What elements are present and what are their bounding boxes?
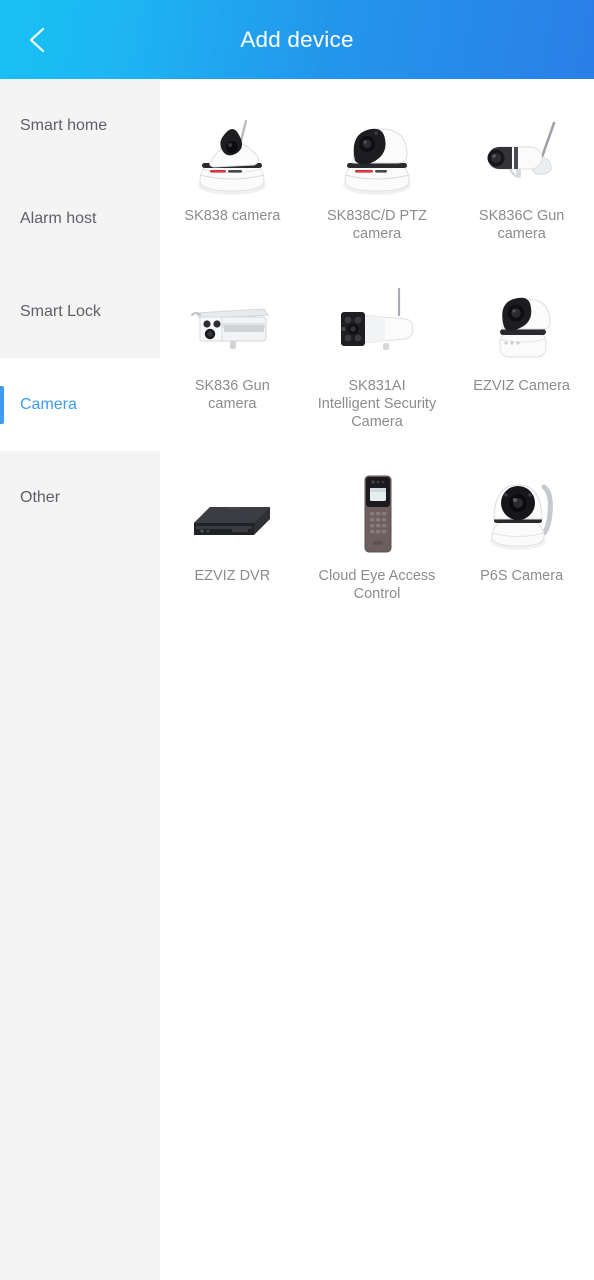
sidebar-item-other[interactable]: Other (0, 451, 160, 544)
sidebar-item-label: Smart Lock (20, 302, 101, 320)
active-indicator-bar (0, 385, 4, 424)
device-card[interactable]: Cloud Eye Access Control (305, 441, 450, 613)
sidebar-item-label: Alarm host (20, 209, 97, 227)
app-header: Add device (0, 0, 594, 79)
sidebar-item-camera[interactable]: Camera (0, 358, 160, 451)
sidebar-item-smart-lock[interactable]: Smart Lock (0, 265, 160, 358)
device-label: SK838C/D PTZ camera (327, 208, 427, 242)
device-label: EZVIZ DVR (194, 568, 271, 584)
device-card[interactable]: EZVIZ Camera (449, 253, 594, 441)
device-label: P6S Camera (480, 568, 564, 584)
bullet-camera-antenna-icon (466, 111, 578, 197)
device-card[interactable]: SK831AI Intelligent Security Camera (305, 253, 450, 441)
device-card[interactable]: SK836 Gun camera (160, 253, 305, 441)
device-label: EZVIZ Camera (473, 378, 570, 394)
device-card[interactable]: SK836C Gun camera (449, 97, 594, 253)
sidebar-item-label: Camera (20, 395, 77, 413)
ptz-dome-camera-icon (176, 111, 288, 197)
sidebar-item-label: Smart home (20, 116, 108, 134)
device-label: SK831AI Intelligent Security Camera (317, 378, 437, 430)
sidebar-item-label: Other (20, 488, 61, 506)
device-card[interactable]: SK838C/D PTZ camera (305, 97, 450, 253)
ir-bullet-camera-icon (321, 281, 433, 367)
chevron-left-icon (24, 25, 50, 55)
back-button[interactable] (12, 15, 62, 65)
device-label: SK838 camera (184, 208, 281, 224)
ezviz-dome-camera-icon (466, 281, 578, 367)
device-label: Cloud Eye Access Control (318, 568, 436, 602)
category-sidebar: Smart home Alarm host Smart Lock Camera … (0, 79, 160, 1280)
ptz-dome-camera-black-face-icon (321, 111, 433, 197)
page-title: Add device (240, 26, 354, 52)
sidebar-item-alarm-host[interactable]: Alarm host (0, 172, 160, 265)
add-device-screen: Add device Smart home Alarm host Smart L… (0, 0, 594, 1280)
device-label: SK836C Gun camera (478, 208, 565, 242)
sidebar-item-smart-home[interactable]: Smart home (0, 79, 160, 172)
device-list-panel: SK838 camera SK838C/D PTZ camera SK836C … (160, 79, 594, 1280)
p6s-dome-camera-icon (466, 471, 578, 557)
box-bullet-camera-icon (176, 281, 288, 367)
device-grid-row: EZVIZ DVR Cloud Eye Access Control P6S C… (160, 441, 594, 613)
device-card[interactable]: EZVIZ DVR (160, 441, 305, 613)
screen-body: Smart home Alarm host Smart Lock Camera … (0, 79, 594, 1280)
access-control-panel-icon (321, 471, 433, 557)
device-label: SK836 Gun camera (194, 378, 270, 412)
device-card[interactable]: P6S Camera (449, 441, 594, 613)
device-card[interactable]: SK838 camera (160, 97, 305, 253)
device-grid-row: SK836 Gun camera SK831AI Intelligent Sec… (160, 253, 594, 441)
dvr-box-icon (176, 471, 288, 557)
device-grid-row: SK838 camera SK838C/D PTZ camera SK836C … (160, 97, 594, 253)
